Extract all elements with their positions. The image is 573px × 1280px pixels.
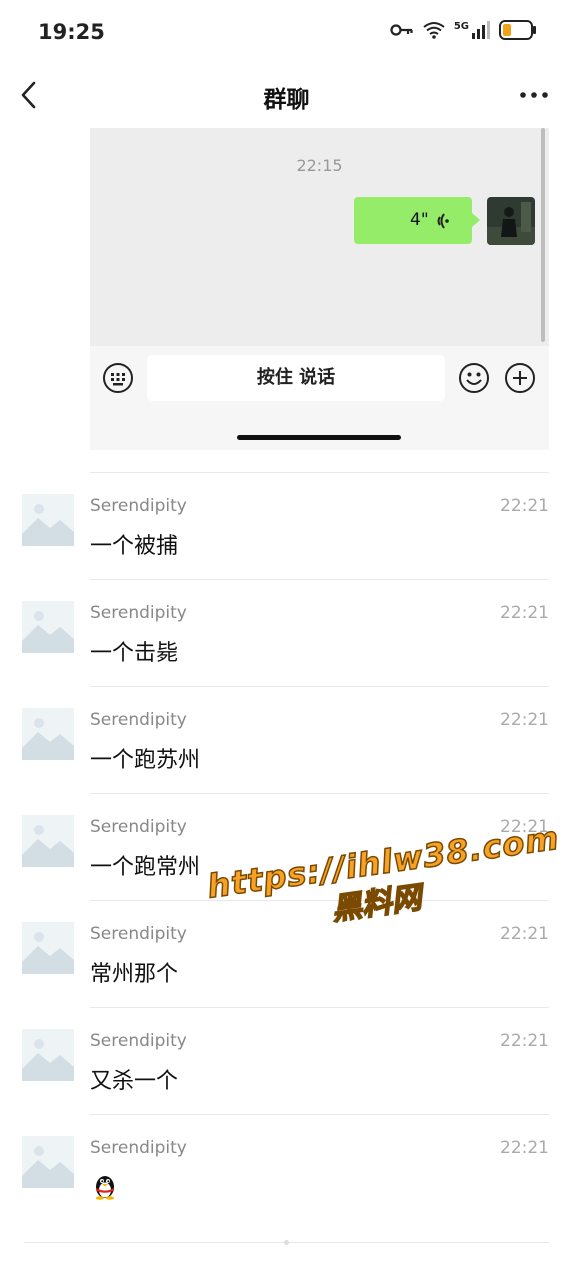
network-type: 5G <box>453 20 469 32</box>
chat-header: 群聊 <box>0 66 573 128</box>
divider <box>90 472 549 473</box>
message-time: 22:21 <box>500 603 549 623</box>
avatar-placeholder-icon[interactable] <box>22 1136 74 1188</box>
home-indicator <box>237 435 401 440</box>
message-text: 常州那个 <box>90 962 179 987</box>
message-time: 22:21 <box>500 710 549 730</box>
divider <box>90 1007 549 1008</box>
sender-name: Serendipity <box>90 1138 187 1158</box>
list-item[interactable]: Serendipity 22:21 一个击毙 <box>0 579 573 686</box>
sender-name: Serendipity <box>90 603 187 623</box>
message-list: Serendipity 22:21 一个被捕 Serendipity 22:21… <box>0 472 573 1221</box>
list-item[interactable]: Serendipity 22:21 一个跑苏州 <box>0 686 573 793</box>
message-text: 一个被捕 <box>90 534 179 559</box>
status-time: 19:25 <box>38 20 105 44</box>
sender-name: Serendipity <box>90 924 187 944</box>
avatar-placeholder-icon[interactable] <box>22 494 74 546</box>
hold-to-talk-button[interactable]: 按住 说话 <box>147 355 445 401</box>
avatar-placeholder-icon[interactable] <box>22 708 74 760</box>
embedded-chat-screenshot[interactable]: 22:15 4" 按住 说话 <box>90 128 549 450</box>
voice-message-bubble[interactable]: 4" <box>354 197 480 244</box>
list-item[interactable]: Serendipity 22:21 <box>0 1114 573 1221</box>
list-item[interactable]: Serendipity 22:21 一个被捕 <box>0 472 573 579</box>
avatar-placeholder-icon[interactable] <box>22 1029 74 1081</box>
avatar-placeholder-icon[interactable] <box>22 601 74 653</box>
list-item[interactable]: Serendipity 22:21 又杀一个 <box>0 1007 573 1114</box>
sender-name: Serendipity <box>90 710 187 730</box>
qq-penguin-icon <box>96 1176 114 1200</box>
plus-icon[interactable] <box>504 362 536 394</box>
emoji-icon[interactable] <box>458 362 490 394</box>
wifi-icon <box>423 22 445 39</box>
message-time: 22:21 <box>500 1031 549 1051</box>
embedded-timestamp: 22:15 <box>296 156 343 175</box>
divider <box>90 900 549 901</box>
sender-name: Serendipity <box>90 1031 187 1051</box>
status-bar: 19:25 5G <box>0 0 573 66</box>
avatar-placeholder-icon[interactable] <box>22 922 74 974</box>
list-item[interactable]: Serendipity 22:21 常州那个 <box>0 900 573 1007</box>
keyboard-icon[interactable] <box>102 362 134 394</box>
sender-name: Serendipity <box>90 817 187 837</box>
divider <box>90 579 549 580</box>
message-time: 22:21 <box>500 817 549 837</box>
scroll-indicator-dot <box>284 1240 289 1245</box>
voice-duration: 4" <box>410 210 429 230</box>
message-time: 22:21 <box>500 924 549 944</box>
divider <box>90 793 549 794</box>
sender-name: Serendipity <box>90 496 187 516</box>
message-time: 22:21 <box>500 1138 549 1158</box>
divider <box>90 1114 549 1115</box>
signal-icon <box>472 21 490 39</box>
avatar-placeholder-icon[interactable] <box>22 815 74 867</box>
more-icon[interactable] <box>519 90 549 100</box>
message-text: 一个击毙 <box>90 641 179 666</box>
sender-avatar[interactable] <box>487 197 535 245</box>
chat-input-bar: 按住 说话 <box>90 346 549 450</box>
list-item[interactable]: Serendipity 22:21 一个跑常州 <box>0 793 573 900</box>
divider <box>90 686 549 687</box>
key-icon <box>390 24 413 36</box>
message-text: 一个跑苏州 <box>90 748 201 773</box>
message-time: 22:21 <box>500 496 549 516</box>
battery-icon <box>499 20 536 40</box>
chat-title: 群聊 <box>263 87 310 113</box>
voice-wave-icon <box>437 213 449 229</box>
status-icons: 5G <box>390 20 537 40</box>
embedded-scrollbar <box>541 128 545 342</box>
message-text: 一个跑常州 <box>90 855 201 880</box>
message-text: 又杀一个 <box>90 1069 179 1094</box>
